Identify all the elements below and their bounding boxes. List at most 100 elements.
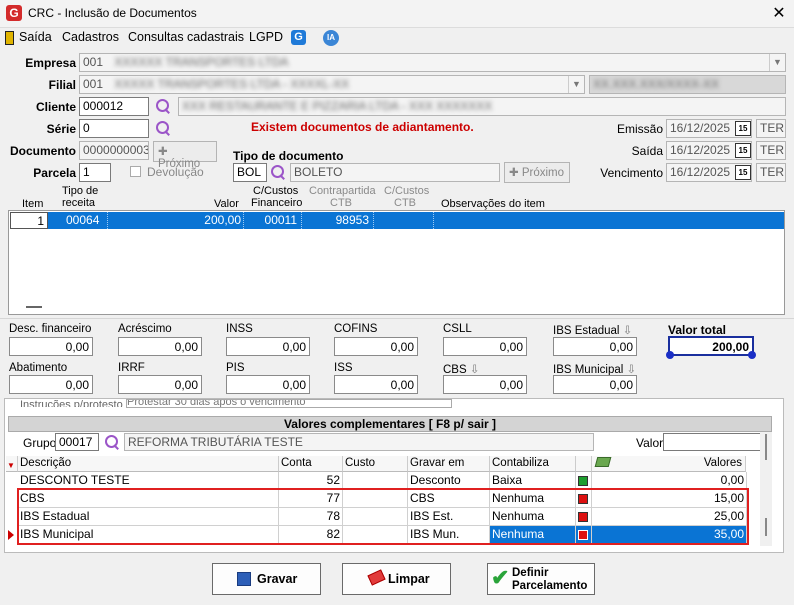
th-valores[interactable]: Valores bbox=[592, 456, 746, 472]
cbs-input[interactable]: 0,00 bbox=[443, 375, 527, 394]
row-ccustos-ctb bbox=[374, 212, 434, 229]
filial-field[interactable]: 001 XXXXX TRANSPORTES LTDA - XXXXL-XX bbox=[79, 75, 585, 94]
documento-proximo-button[interactable]: ✚ Próximo bbox=[153, 141, 217, 170]
grupo-code-input[interactable]: 00017 bbox=[55, 433, 99, 451]
exit-door-icon[interactable] bbox=[5, 31, 14, 45]
menu-cadastros[interactable]: Cadastros bbox=[62, 30, 119, 44]
col-ccustos-fin-2: Financeiro bbox=[251, 197, 303, 209]
th-status[interactable] bbox=[576, 456, 592, 472]
serie-input[interactable]: 0 bbox=[79, 119, 149, 138]
gravar-label: Gravar bbox=[257, 572, 298, 586]
filial-label: Filial bbox=[48, 78, 76, 92]
th-custo[interactable]: Custo bbox=[343, 456, 408, 472]
empresa-code: 001 bbox=[83, 55, 104, 69]
cliente-search-icon[interactable] bbox=[155, 98, 171, 114]
empresa-field[interactable]: 001 XXXXXX TRANSPORTES LTDA bbox=[79, 53, 786, 72]
col-observacoes: Observações do item bbox=[441, 198, 545, 210]
valor-total-handle-left bbox=[666, 351, 674, 359]
emissao-label: Emissão bbox=[616, 122, 663, 136]
acrescimo-input[interactable]: 0,00 bbox=[118, 337, 202, 356]
app-logo-icon: G bbox=[6, 5, 22, 21]
parcela-input[interactable]: 1 bbox=[79, 163, 111, 182]
tipo-documento-label: Tipo de documento bbox=[233, 149, 344, 163]
tipo-documento-proximo-button[interactable]: ✚ Próximo bbox=[504, 162, 570, 183]
comp-scrollbar[interactable] bbox=[760, 432, 772, 546]
col-contrapartida-2: CTB bbox=[330, 197, 352, 209]
empresa-name: XXXXXX TRANSPORTES LTDA bbox=[114, 55, 289, 69]
tipo-documento-name-field: BOLETO bbox=[290, 163, 500, 182]
valor-total-handle-right bbox=[748, 351, 756, 359]
desc-financeiro-label: Desc. financeiro bbox=[9, 323, 92, 335]
tipo-documento-code-input[interactable]: BOL bbox=[233, 163, 267, 182]
title-bar: G CRC - Inclusão de Documentos ✕ bbox=[0, 0, 794, 28]
vencimento-date: 16/12/2025 bbox=[670, 165, 731, 179]
sort-indicator-icon[interactable]: ▼ bbox=[6, 456, 18, 472]
g-app-icon[interactable]: G bbox=[291, 30, 306, 45]
serie-search-icon[interactable] bbox=[155, 120, 171, 136]
proximo-label: Próximo bbox=[521, 167, 565, 179]
money-icon bbox=[594, 457, 612, 467]
cbs-label: CBS ⇩ bbox=[443, 364, 480, 376]
saida-weekday: TER bbox=[756, 141, 786, 160]
gravar-button[interactable]: Gravar bbox=[212, 563, 321, 595]
pis-input[interactable]: 0,00 bbox=[226, 375, 310, 394]
ia-badge-icon[interactable]: IA bbox=[323, 30, 339, 46]
vencimento-weekday: TER bbox=[756, 163, 786, 182]
th-contabiliza[interactable]: Contabiliza bbox=[490, 456, 576, 472]
cliente-name: XXX RESTAURANTE E PIZZARIA LTDA - XXX XX… bbox=[182, 99, 493, 113]
csll-label: CSLL bbox=[443, 323, 472, 335]
ibs-municipal-label: IBS Municipal ⇩ bbox=[553, 364, 637, 376]
filial-name: XXXXX TRANSPORTES LTDA - XXXXL-XX bbox=[114, 77, 350, 91]
saida-calendar-icon[interactable]: 15 bbox=[735, 143, 751, 158]
saida-label: Saída bbox=[631, 144, 663, 158]
limpar-button[interactable]: Limpar bbox=[342, 563, 451, 595]
definir-parcelamento-button[interactable]: ✔ Definir Parcelamento bbox=[487, 563, 595, 595]
vencimento-calendar-icon[interactable]: 15 bbox=[735, 165, 751, 180]
menu-consultas-cadastrais[interactable]: Consultas cadastrais bbox=[128, 30, 244, 44]
pis-label: PIS bbox=[226, 362, 245, 374]
inss-input[interactable]: 0,00 bbox=[226, 337, 310, 356]
grupo-label: Grupo bbox=[23, 436, 57, 450]
plus-icon: ✚ bbox=[509, 167, 522, 179]
row-item-number: 1 bbox=[10, 212, 48, 229]
menu-lgpd[interactable]: LGPD bbox=[249, 30, 283, 44]
close-icon[interactable]: ✕ bbox=[768, 3, 790, 23]
valor-input[interactable] bbox=[663, 433, 765, 451]
ibs-estadual-arrow-icon: ⇩ bbox=[622, 325, 633, 337]
cofins-label: COFINS bbox=[334, 323, 378, 335]
col-ccustos-ctb-1: C/Custos bbox=[384, 185, 430, 197]
tipo-documento-search-icon[interactable] bbox=[270, 164, 286, 180]
parcelamento-label: Parcelamento bbox=[512, 580, 588, 592]
complementary-title: Valores complementares [ F8 p/ sair ] bbox=[8, 416, 772, 432]
col-valor: Valor bbox=[214, 198, 239, 210]
menu-saida[interactable]: Saída bbox=[19, 30, 52, 44]
items-grid-row[interactable]: 1 00064 200,00 00011 98953 bbox=[10, 212, 784, 229]
grupo-search-icon[interactable] bbox=[104, 434, 120, 450]
csll-input[interactable]: 0,00 bbox=[443, 337, 527, 356]
limpar-label: Limpar bbox=[388, 572, 430, 586]
irrf-input[interactable]: 0,00 bbox=[118, 375, 202, 394]
empresa-dropdown-icon[interactable]: ▼ bbox=[769, 54, 785, 71]
valor-total-field: 200,00 bbox=[668, 336, 754, 356]
instrucoes-field[interactable]: Protestar 30 dias após o vencimento bbox=[126, 399, 452, 408]
filial-dropdown-icon[interactable]: ▼ bbox=[568, 76, 584, 93]
iss-label: ISS bbox=[334, 362, 353, 374]
th-gravar-em[interactable]: Gravar em bbox=[408, 456, 490, 472]
iss-input[interactable]: 0,00 bbox=[334, 375, 418, 394]
th-descricao[interactable]: Descrição bbox=[18, 456, 279, 472]
col-ccustos-fin-1: C/Custos bbox=[253, 185, 299, 197]
abatimento-input[interactable]: 0,00 bbox=[9, 375, 93, 394]
window-title: CRC - Inclusão de Documentos bbox=[28, 6, 197, 20]
emissao-calendar-icon[interactable]: 15 bbox=[735, 121, 751, 136]
cliente-code-input[interactable]: 000012 bbox=[79, 97, 149, 116]
cofins-input[interactable]: 0,00 bbox=[334, 337, 418, 356]
devolucao-checkbox[interactable] bbox=[130, 166, 141, 177]
th-conta[interactable]: Conta bbox=[279, 456, 343, 472]
desc-financeiro-input[interactable]: 0,00 bbox=[9, 337, 93, 356]
scroll-thumb-top bbox=[765, 434, 767, 460]
col-contrapartida-1: Contrapartida bbox=[309, 185, 376, 197]
filial-code: 001 bbox=[83, 77, 104, 91]
irrf-label: IRRF bbox=[118, 362, 145, 374]
ibs-municipal-input[interactable]: 0,00 bbox=[553, 375, 637, 394]
ibs-estadual-input[interactable]: 0,00 bbox=[553, 337, 637, 356]
